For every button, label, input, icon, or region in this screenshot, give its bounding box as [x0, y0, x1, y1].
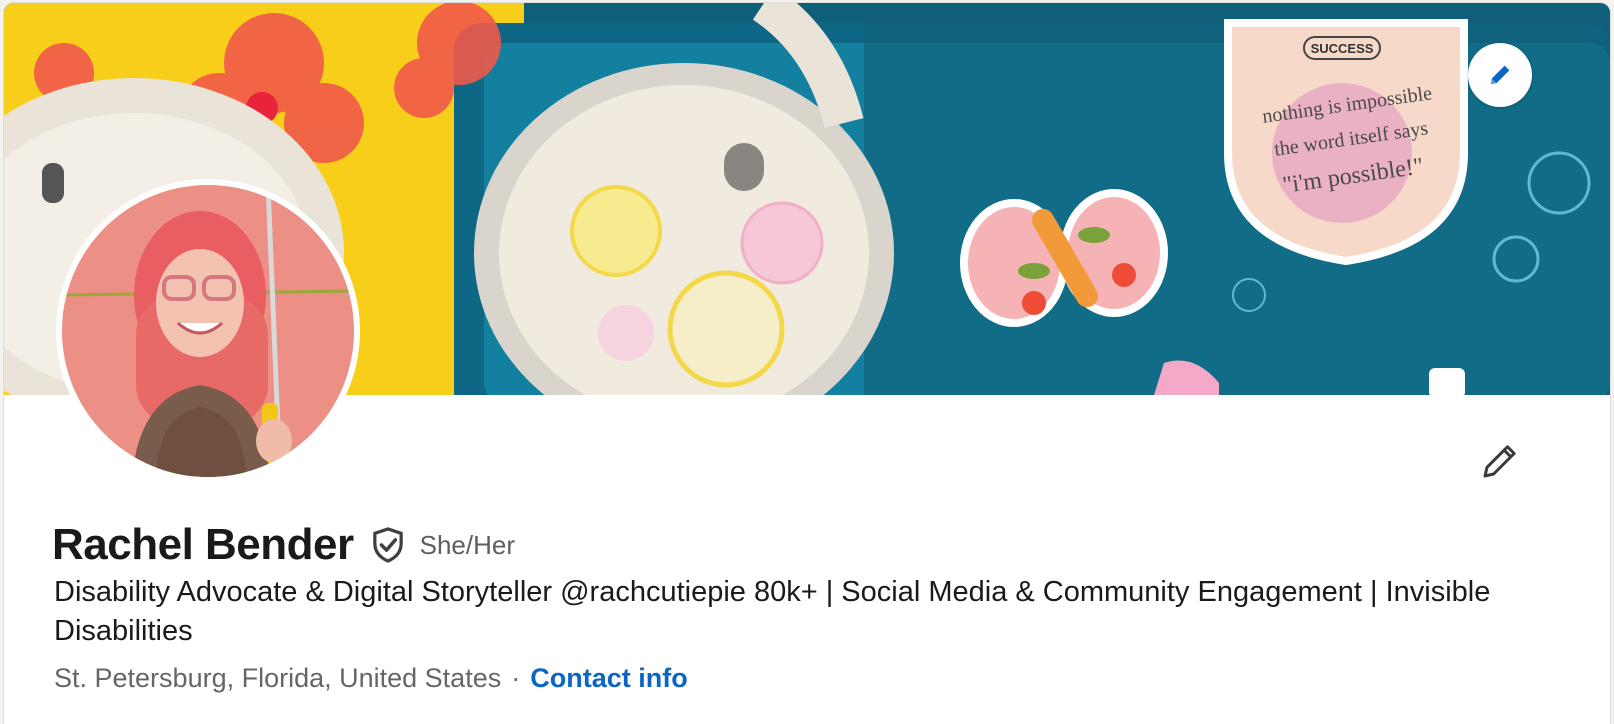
profile-photo[interactable]: [56, 179, 360, 483]
edit-intro-button[interactable]: [1472, 433, 1528, 489]
name-row: Rachel Bender She/Her: [52, 517, 515, 573]
pencil-icon: [1483, 445, 1516, 478]
location-row: St. Petersburg, Florida, United States ·…: [54, 663, 688, 694]
profile-headline: Disability Advocate & Digital Storytelle…: [54, 576, 1491, 647]
contact-info-link[interactable]: Contact info: [530, 663, 687, 694]
edit-banner-button[interactable]: [1468, 43, 1532, 107]
pronouns: She/Her: [419, 529, 515, 560]
profile-top-card: SUCCESS nothing is impossible the word i…: [4, 3, 1610, 724]
avatar-image: [62, 185, 354, 477]
verified-shield-icon[interactable]: [368, 525, 408, 565]
profile-name: Rachel Bender: [52, 520, 354, 569]
sticker-badge-text: SUCCESS: [1311, 41, 1374, 56]
separator-dot: ·: [511, 663, 521, 693]
pencil-icon: [1490, 65, 1510, 85]
profile-location: St. Petersburg, Florida, United States: [54, 663, 502, 693]
